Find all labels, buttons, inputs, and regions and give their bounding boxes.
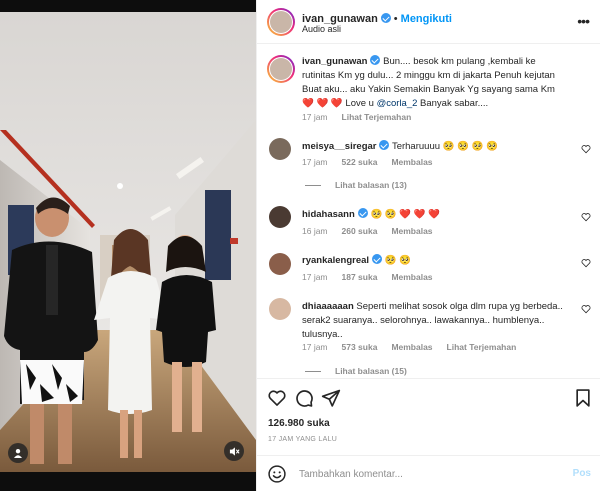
more-horizontal-icon[interactable]: ••• [577, 13, 590, 29]
comment-username[interactable]: hidahasann [302, 209, 355, 220]
comment-likes[interactable]: 260 suka [342, 226, 378, 236]
verified-badge-icon [372, 254, 383, 264]
heart-icon[interactable] [267, 388, 287, 408]
caption-username[interactable]: ivan_gunawan [302, 56, 367, 67]
comment-likes[interactable]: 522 suka [342, 157, 378, 167]
caption-author-avatar[interactable] [267, 55, 295, 83]
comment-composer: Pos [257, 455, 600, 492]
post-header: ivan_gunawan • Mengikuti Audio asli ••• [257, 0, 600, 44]
verified-badge-icon [379, 140, 390, 150]
comment-meta: 17 jam 573 suka Membalas Lihat Terjemahan [302, 342, 530, 352]
comment-time[interactable]: 17 jam [302, 157, 328, 167]
caption-text: ivan_gunawan Bun.... besok km pulang ,ke… [302, 55, 567, 111]
emoji-icon[interactable] [267, 464, 287, 484]
comment-likes[interactable]: 573 suka [342, 342, 378, 352]
view-replies-button[interactable]: Lihat balasan (13) [305, 180, 407, 190]
comments-list[interactable]: ivan_gunawan Bun.... besok km pulang ,ke… [257, 45, 600, 378]
comment-time[interactable]: 16 jam [302, 226, 328, 236]
comment-body: 🥺 🥺 ❤️ ❤️ ❤️ [370, 209, 441, 220]
comment-avatar[interactable] [269, 138, 291, 160]
likes-count[interactable]: 126.980 suka [268, 418, 330, 429]
comment-reply-button[interactable]: Membalas [391, 157, 432, 167]
caption-time[interactable]: 17 jam [302, 112, 328, 122]
comment-text: meisya__siregar Terharuuuu 🥺 🥺 🥺 🥺 [302, 140, 567, 154]
comment-body: 🥺 🥺 [384, 255, 412, 266]
mute-button[interactable] [224, 441, 244, 461]
audio-label[interactable]: Audio asli [302, 24, 341, 34]
comment-input[interactable] [299, 464, 539, 484]
author-avatar[interactable] [267, 8, 295, 36]
verified-badge-icon [370, 55, 381, 65]
comment-text: hidahasann 🥺 🥺 ❤️ ❤️ ❤️ [302, 208, 567, 222]
instagram-post-dialog: ivan_gunawan • Mengikuti Audio asli ••• iv… [0, 0, 600, 491]
user-icon [14, 449, 22, 458]
bookmark-icon[interactable] [573, 388, 593, 408]
post-side-panel: ivan_gunawan • Mengikuti Audio asli ••• iv… [256, 0, 600, 491]
caption-mention[interactable]: @corla_2 [377, 98, 418, 109]
comment-avatar[interactable] [269, 206, 291, 228]
verified-badge-icon [380, 13, 391, 23]
following-button[interactable]: Mengikuti [401, 13, 452, 25]
comment-body: Terharuuuu 🥺 🥺 🥺 🥺 [391, 141, 498, 152]
comment-meta: 17 jam 522 suka Membalas [302, 157, 447, 167]
verified-badge-icon [357, 208, 368, 218]
comment-avatar[interactable] [269, 253, 291, 275]
post-actions: 126.980 suka 17 JAM YANG LALU Pos [257, 378, 600, 491]
comment-text: ryankalengreal 🥺 🥺 [302, 254, 567, 268]
post-date[interactable]: 17 JAM YANG LALU [268, 436, 337, 443]
comment-username[interactable]: meisya__siregar [302, 141, 376, 152]
comment-text: dhiaaaaaan Seperti melihat sosok olga dl… [302, 300, 567, 342]
comment-likes[interactable]: 187 suka [342, 272, 378, 282]
comment-time[interactable]: 17 jam [302, 272, 328, 282]
comment-reply-button[interactable]: Membalas [391, 342, 432, 352]
comment-meta: 17 jam 187 suka Membalas [302, 272, 447, 282]
post-comment-button[interactable]: Pos [573, 468, 591, 479]
comment-username[interactable]: dhiaaaaaan [302, 301, 354, 312]
comment-translate-link[interactable]: Lihat Terjemahan [447, 342, 517, 352]
comment-like-heart-icon[interactable] [581, 212, 591, 222]
comment-like-heart-icon[interactable] [581, 304, 591, 314]
tagged-user-button[interactable] [8, 443, 28, 463]
comment-reply-button[interactable]: Membalas [391, 272, 432, 282]
comment-username[interactable]: ryankalengreal [302, 255, 369, 266]
view-replies-button[interactable]: Lihat balasan (15) [305, 366, 407, 376]
share-icon[interactable] [321, 388, 341, 408]
comment-avatar[interactable] [269, 298, 291, 320]
speaker-muted-icon [229, 446, 240, 456]
separator-dot: • [393, 13, 398, 25]
comment-meta: 16 jam 260 suka Membalas [302, 226, 447, 236]
video-frame[interactable] [0, 0, 256, 491]
caption-translate-link[interactable]: Lihat Terjemahan [342, 112, 412, 122]
comment-icon[interactable] [294, 388, 314, 408]
caption-meta: 17 jam Lihat Terjemahan [302, 112, 425, 122]
post-media[interactable] [0, 0, 256, 491]
comment-like-heart-icon[interactable] [581, 258, 591, 268]
comment-reply-button[interactable]: Membalas [391, 226, 432, 236]
comment-like-heart-icon[interactable] [581, 144, 591, 154]
caption-body-end: Banyak sabar.... [420, 98, 489, 109]
comment-time[interactable]: 17 jam [302, 342, 328, 352]
